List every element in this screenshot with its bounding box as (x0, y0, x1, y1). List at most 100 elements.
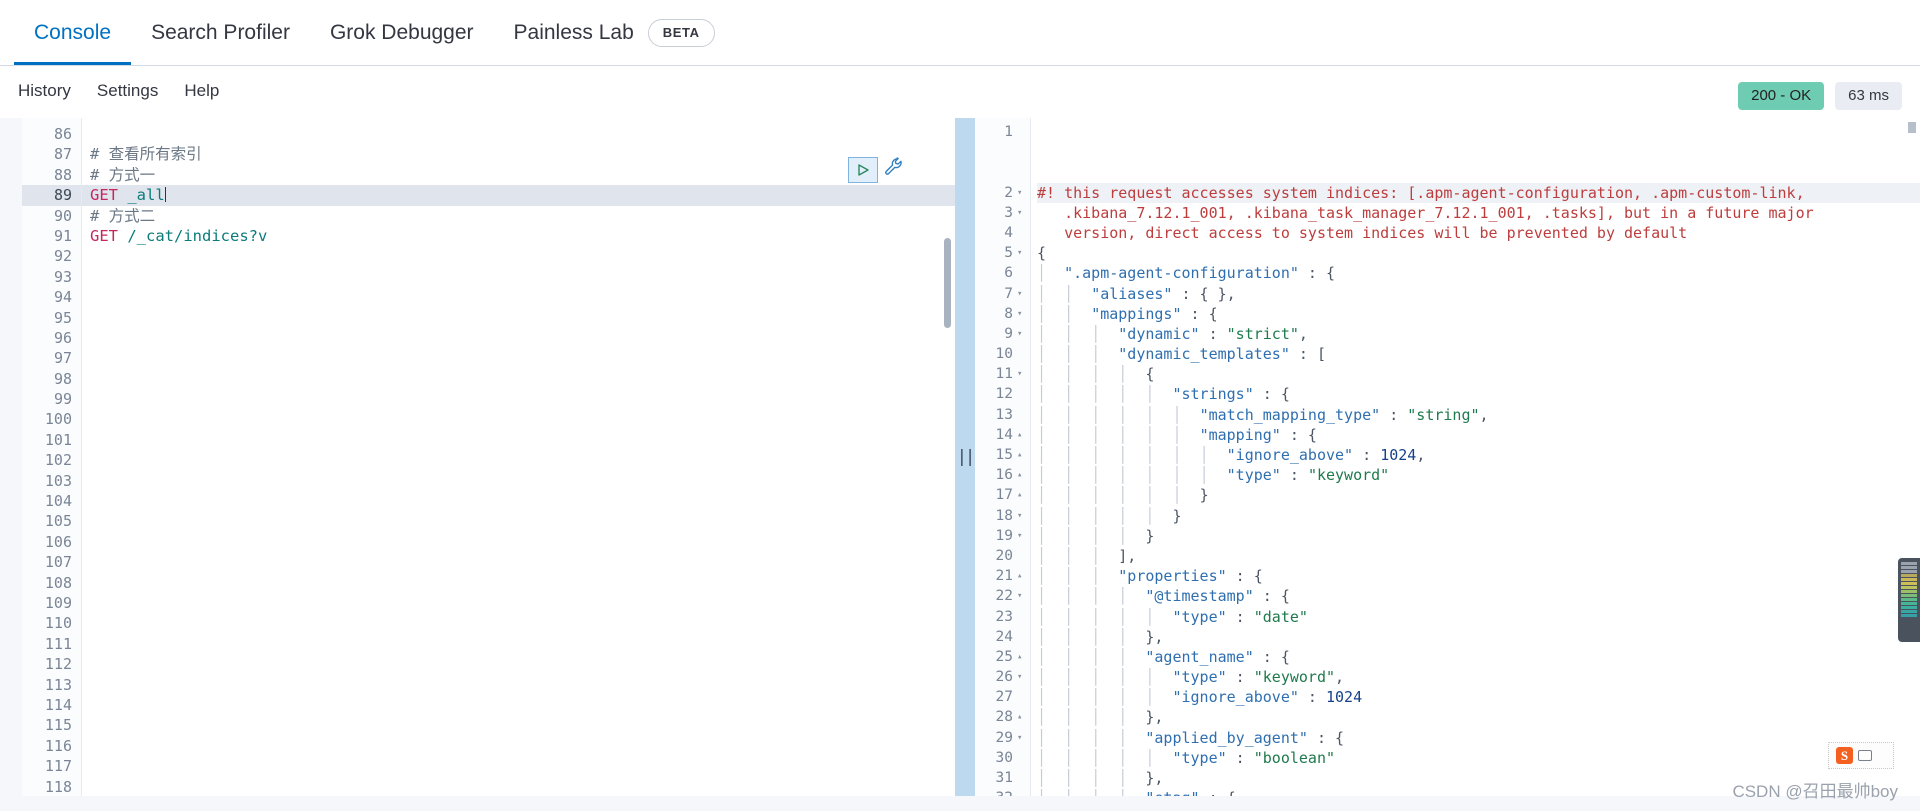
editor-line[interactable]: # 方式二 (90, 206, 957, 226)
editor-line[interactable] (90, 552, 957, 572)
editor-line[interactable] (90, 430, 957, 450)
editor-line[interactable]: GET /_cat/indices?v (90, 226, 957, 246)
editor-line[interactable] (90, 450, 957, 470)
response-line-number[interactable]: 32 ▴ (975, 788, 1030, 796)
tab-grok-debugger[interactable]: Grok Debugger (310, 0, 494, 65)
editor-line[interactable] (90, 593, 957, 613)
response-line-number[interactable]: 17 ▴ (975, 485, 1030, 505)
response-line-number[interactable]: 7 ▾ (975, 284, 1030, 304)
editor-line[interactable] (90, 369, 957, 389)
tab-painless-lab[interactable]: Painless Lab BETA (494, 0, 735, 65)
fold-toggle-icon[interactable]: ▾ (1017, 243, 1025, 263)
fold-toggle-icon[interactable]: ▾ (1017, 526, 1025, 546)
editor-line[interactable] (90, 756, 957, 776)
request-options-button[interactable] (883, 156, 905, 183)
fold-toggle-icon[interactable]: ▾ (1017, 304, 1025, 324)
editor-line[interactable] (90, 532, 957, 552)
editor-line[interactable] (90, 777, 957, 797)
editor-line[interactable] (90, 695, 957, 715)
fold-toggle-icon[interactable]: ▾ (1017, 586, 1025, 606)
editor-line[interactable] (90, 389, 957, 409)
submenu-item-history[interactable]: History (18, 81, 71, 101)
editor-line[interactable] (90, 675, 957, 695)
response-line-number[interactable]: 11 ▾ (975, 364, 1030, 384)
fold-toggle-icon[interactable]: ▾ (1017, 324, 1025, 344)
editor-scrollbar-thumb[interactable] (944, 238, 951, 328)
editor-line[interactable] (90, 471, 957, 491)
sogou-ime-indicator[interactable]: S (1828, 742, 1894, 769)
tab-search-profiler[interactable]: Search Profiler (131, 0, 310, 65)
response-line-number[interactable]: 25 ▴ (975, 647, 1030, 667)
response-line-number[interactable]: 26 ▾ (975, 667, 1030, 687)
send-request-button[interactable] (848, 156, 878, 183)
response-viewer[interactable]: 1 2 ▾ 3 ▾ 4 5 ▾ 6 7 ▾ 8 ▾ 9 ▾ 10 11 ▾ 12 13 14 ▴ 15 ▴ 16 ▴ 17 ▴ 18 ▾ 1… (975, 118, 1920, 796)
editor-line[interactable]: GET _all (82, 185, 957, 206)
pane-splitter[interactable]: || (955, 118, 975, 796)
response-line-number[interactable]: 28 ▴ (975, 707, 1030, 727)
response-line-number[interactable]: 18 ▾ (975, 506, 1030, 526)
response-line-number[interactable]: 8 ▾ (975, 304, 1030, 324)
response-line-number[interactable]: 9 ▾ (975, 324, 1030, 344)
editor-line[interactable]: # 方式一 (90, 165, 957, 185)
fold-toggle-icon[interactable]: ▾ (1017, 284, 1025, 304)
editor-line[interactable] (90, 613, 957, 633)
editor-line[interactable] (90, 736, 957, 756)
response-line-number[interactable]: 5 ▾ (975, 243, 1030, 263)
fold-toggle-icon[interactable]: ▴ (1017, 485, 1025, 505)
response-line-number[interactable]: 14 ▴ (975, 425, 1030, 445)
editor-line-number: 114 (44, 695, 72, 714)
json-punct: : { (1307, 728, 1345, 747)
editor-line[interactable] (90, 124, 957, 144)
editor-line[interactable] (90, 246, 957, 266)
submenu-item-help[interactable]: Help (184, 81, 219, 101)
editor-line[interactable] (90, 511, 957, 531)
response-line-number[interactable]: 2 ▾ (975, 183, 1030, 203)
fold-toggle-icon[interactable]: ▾ (1017, 364, 1025, 384)
response-line-number[interactable]: 21 ▴ (975, 566, 1030, 586)
fold-toggle-icon[interactable]: ▴ (1017, 788, 1025, 796)
tab-console[interactable]: Console (14, 0, 132, 65)
fold-toggle-icon[interactable]: ▴ (1017, 445, 1025, 465)
fold-toggle-icon[interactable]: ▾ (1017, 506, 1025, 526)
editor-line[interactable]: # 查看所有索引 (90, 144, 957, 164)
fold-toggle-icon[interactable]: ▴ (1017, 707, 1025, 727)
editor-line[interactable] (90, 308, 957, 328)
editor-line[interactable] (90, 573, 957, 593)
request-editor[interactable]: 86 87 88 89 90 91 92 93 94 95 96 97 98 99 100 101 102 103… (22, 118, 957, 796)
editor-code-area[interactable]: # 查看所有索引 # 方式一 GET _all # 方式二 GET /_cat/indi… (82, 118, 957, 796)
fold-toggle-icon[interactable]: ▾ (1017, 728, 1025, 748)
editor-line[interactable] (90, 348, 957, 368)
editor-line[interactable] (90, 634, 957, 654)
response-line: │ │ "mappings" : { (1037, 304, 1920, 324)
editor-line[interactable] (90, 267, 957, 287)
fold-toggle-icon[interactable]: ▾ (1017, 183, 1025, 203)
response-line-number[interactable]: 29 ▾ (975, 728, 1030, 748)
response-line-number[interactable]: 15 ▴ (975, 445, 1030, 465)
indent-guide: │ (1037, 526, 1047, 545)
fold-toggle-icon[interactable]: ▴ (1017, 566, 1025, 586)
level-meter-bar (1901, 562, 1917, 565)
response-line-number[interactable]: 22 ▾ (975, 586, 1030, 606)
submenu-item-settings[interactable]: Settings (97, 81, 158, 101)
json-key: "match_mapping_type" (1199, 405, 1381, 424)
fold-toggle-icon[interactable]: ▾ (1017, 203, 1025, 223)
editor-line[interactable] (90, 328, 957, 348)
response-scrollbar-thumb[interactable] (1908, 122, 1916, 133)
fold-toggle-icon[interactable]: ▴ (1017, 647, 1025, 667)
response-line-number-text: 21 (995, 568, 1013, 585)
response-line-number[interactable]: 3 ▾ (975, 203, 1030, 223)
request-path: _all (127, 186, 165, 205)
editor-line[interactable] (90, 287, 957, 307)
fold-toggle-icon[interactable]: ▾ (1017, 667, 1025, 687)
editor-line[interactable] (90, 654, 957, 674)
editor-line[interactable] (90, 409, 957, 429)
fold-toggle-icon[interactable]: ▴ (1017, 425, 1025, 445)
editor-line[interactable] (90, 491, 957, 511)
editor-line[interactable] (90, 715, 957, 735)
response-line-number[interactable]: 19 ▾ (975, 526, 1030, 546)
editor-line-number: 105 (44, 512, 72, 531)
fold-toggle-icon[interactable]: ▴ (1017, 465, 1025, 485)
response-body[interactable]: #! this request accesses system indices:… (1031, 118, 1920, 796)
response-line-number-text: 3 (1004, 204, 1013, 221)
response-line-number[interactable]: 16 ▴ (975, 465, 1030, 485)
